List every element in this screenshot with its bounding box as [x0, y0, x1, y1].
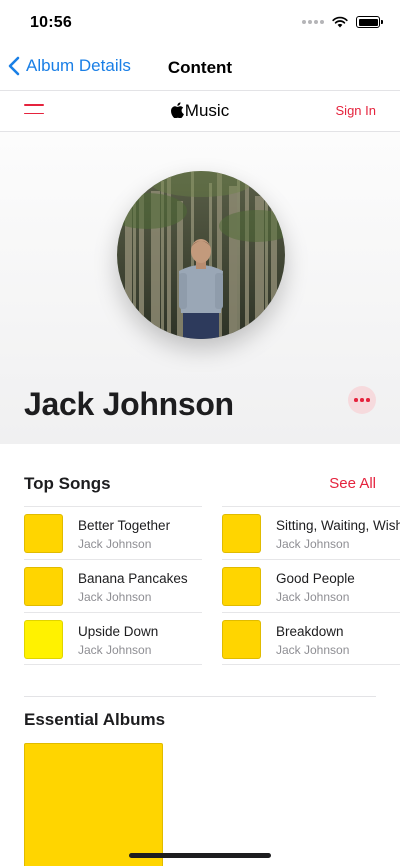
- song-row[interactable]: Better Together Jack Johnson: [24, 506, 202, 559]
- song-artwork: [24, 620, 63, 659]
- song-row[interactable]: Good People Jack Johnson: [222, 559, 400, 612]
- song-artist: Jack Johnson: [276, 590, 350, 604]
- home-indicator[interactable]: [129, 853, 271, 858]
- song-artist: Jack Johnson: [78, 590, 152, 604]
- song-artwork: [24, 567, 63, 606]
- music-logo-text: Music: [184, 101, 230, 120]
- song-artwork: [222, 514, 261, 553]
- artist-photo: [117, 171, 285, 339]
- battery-icon: [356, 16, 383, 28]
- chevron-left-icon: [8, 56, 20, 76]
- back-button-label: Album Details: [26, 56, 131, 75]
- section-divider: [24, 696, 376, 697]
- menu-icon[interactable]: [24, 104, 44, 118]
- essential-albums-heading: Essential Albums: [24, 710, 166, 729]
- navigation-bar: Album Details Content: [0, 46, 400, 90]
- song-artist: Jack Johnson: [276, 537, 350, 551]
- song-artist: Jack Johnson: [78, 643, 152, 657]
- see-all-link[interactable]: See All: [329, 475, 376, 492]
- signal-icon: [302, 20, 324, 24]
- apple-logo-icon: [170, 102, 184, 118]
- status-icons: [302, 16, 383, 28]
- song-row[interactable]: Breakdown Jack Johnson: [222, 612, 400, 665]
- song-row[interactable]: Sitting, Waiting, Wishing Jack Johnson: [222, 506, 400, 559]
- song-title: Upside Down: [78, 624, 159, 639]
- song-artwork: [222, 567, 261, 606]
- music-header: Music Sign In: [0, 90, 400, 132]
- song-title: Good People: [276, 571, 355, 586]
- top-songs-right-column: Sitting, Waiting, Wishing Jack Johnson G…: [222, 506, 400, 665]
- song-artist: Jack Johnson: [276, 643, 350, 657]
- more-icon: [354, 398, 358, 402]
- song-title: Sitting, Waiting, Wishing: [276, 518, 400, 533]
- artist-name: Jack Johnson: [24, 386, 234, 422]
- wifi-icon: [332, 16, 348, 28]
- top-songs-heading: Top Songs: [24, 474, 111, 493]
- more-options-button[interactable]: [348, 386, 376, 414]
- song-artist: Jack Johnson: [78, 537, 152, 551]
- back-button[interactable]: Album Details: [8, 56, 131, 76]
- sign-in-link[interactable]: Sign In: [336, 103, 376, 118]
- song-title: Banana Pancakes: [78, 571, 188, 586]
- song-artwork: [222, 620, 261, 659]
- song-title: Breakdown: [276, 624, 344, 639]
- song-row[interactable]: Upside Down Jack Johnson: [24, 612, 202, 665]
- artist-hero: Jack Johnson: [0, 132, 400, 444]
- album-artwork[interactable]: [24, 743, 163, 866]
- song-artwork: [24, 514, 63, 553]
- top-songs-left-column: Better Together Jack Johnson Banana Panc…: [24, 506, 202, 665]
- song-title: Better Together: [78, 518, 171, 533]
- status-time: 10:56: [30, 14, 72, 31]
- status-bar: 10:56: [0, 0, 400, 46]
- song-row[interactable]: Banana Pancakes Jack Johnson: [24, 559, 202, 612]
